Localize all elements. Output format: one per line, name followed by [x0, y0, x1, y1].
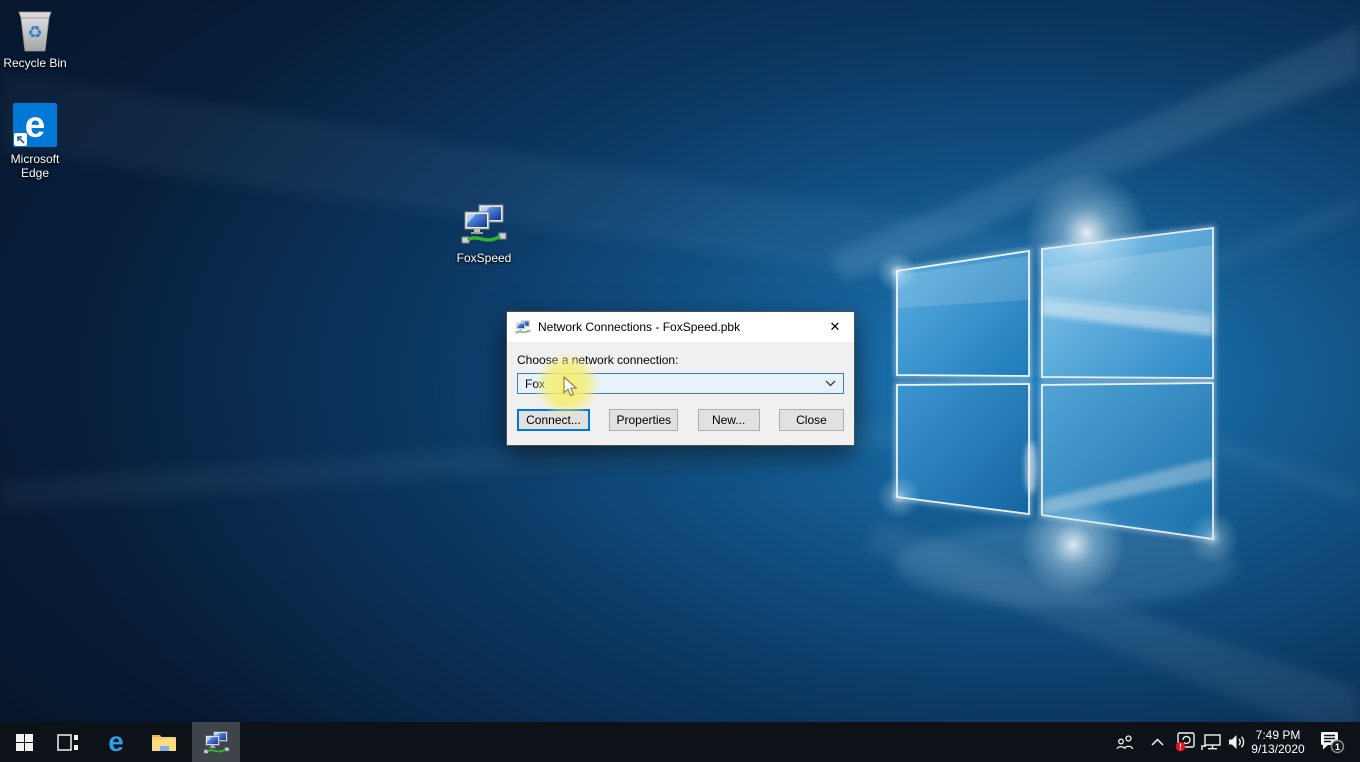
prompt-label: Choose a network connection: — [517, 353, 844, 367]
desktop-icon-foxspeed[interactable]: FoxSpeed — [449, 200, 519, 265]
close-icon: ✕ — [830, 319, 841, 335]
folder-icon — [151, 732, 177, 753]
dialog-close-button[interactable]: ✕ — [816, 312, 854, 342]
start-button[interactable] — [0, 722, 48, 762]
edge-icon: e — [13, 103, 57, 147]
update-alert-icon: ! — [1175, 732, 1196, 752]
desktop-icon-label: FoxSpeed — [449, 251, 519, 265]
file-explorer-button[interactable] — [140, 722, 188, 762]
clock-time: 7:49 PM — [1256, 728, 1301, 742]
chevron-down-icon — [825, 380, 836, 387]
task-view-button[interactable] — [44, 722, 92, 762]
people-button[interactable] — [1110, 722, 1140, 762]
desktop-icon-microsoft-edge[interactable]: e Microsoft Edge — [0, 101, 70, 180]
combobox-value: Fox — [525, 377, 545, 391]
edge-taskbar-button[interactable]: e — [92, 722, 140, 762]
edge-icon: e — [108, 722, 124, 762]
clock-date: 9/13/2020 — [1251, 742, 1304, 756]
notification-count: 1 — [1335, 741, 1340, 751]
recycle-glyph: ♻ — [27, 23, 42, 42]
svg-text:!: ! — [1179, 743, 1182, 752]
windows-logo-icon — [16, 734, 33, 751]
dialup-network-icon — [515, 319, 531, 335]
dialog-titlebar[interactable]: Network Connections - FoxSpeed.pbk ✕ — [507, 312, 854, 342]
people-icon — [1116, 735, 1135, 750]
action-center-icon: 1 — [1319, 731, 1345, 754]
task-view-icon — [57, 734, 79, 751]
network-tray-button[interactable] — [1198, 722, 1224, 762]
desktop: ♻ Recycle Bin e Microsoft Edge FoxSpeed … — [0, 0, 1360, 762]
connect-button[interactable]: Connect... — [517, 409, 590, 431]
desktop-icon-label: Microsoft Edge — [0, 152, 70, 180]
dialog-button-row: Connect... Properties New... Close — [517, 409, 844, 431]
properties-button[interactable]: Properties — [609, 409, 678, 431]
volume-button[interactable] — [1224, 722, 1250, 762]
tray-expand-button[interactable] — [1144, 722, 1170, 762]
recycle-bin-icon: ♻ — [11, 5, 59, 53]
desktop-icon-label: Recycle Bin — [0, 56, 70, 70]
foxspeed-dialup-icon — [460, 200, 508, 248]
close-button[interactable]: Close — [779, 409, 844, 431]
dialog-title: Network Connections - FoxSpeed.pbk — [538, 320, 816, 334]
network-monitors-icon — [203, 729, 230, 756]
new-button[interactable]: New... — [698, 409, 760, 431]
dialog-body: Choose a network connection: Fox Connect… — [507, 342, 854, 431]
speaker-icon — [1228, 734, 1246, 750]
taskbar: e — [0, 722, 1360, 762]
chevron-up-icon — [1151, 738, 1164, 746]
desktop-icon-recycle-bin[interactable]: ♻ Recycle Bin — [0, 5, 70, 70]
update-status-button[interactable]: ! — [1172, 722, 1198, 762]
network-connections-dialog: Network Connections - FoxSpeed.pbk ✕ Cho… — [506, 311, 855, 446]
action-center-button[interactable]: 1 — [1314, 722, 1350, 762]
clock[interactable]: 7:49 PM 9/13/2020 — [1248, 722, 1308, 762]
network-connections-app-button[interactable] — [192, 722, 240, 762]
shortcut-arrow-icon — [14, 133, 27, 146]
network-connection-combobox[interactable]: Fox — [517, 373, 844, 394]
wired-network-icon — [1201, 734, 1221, 751]
